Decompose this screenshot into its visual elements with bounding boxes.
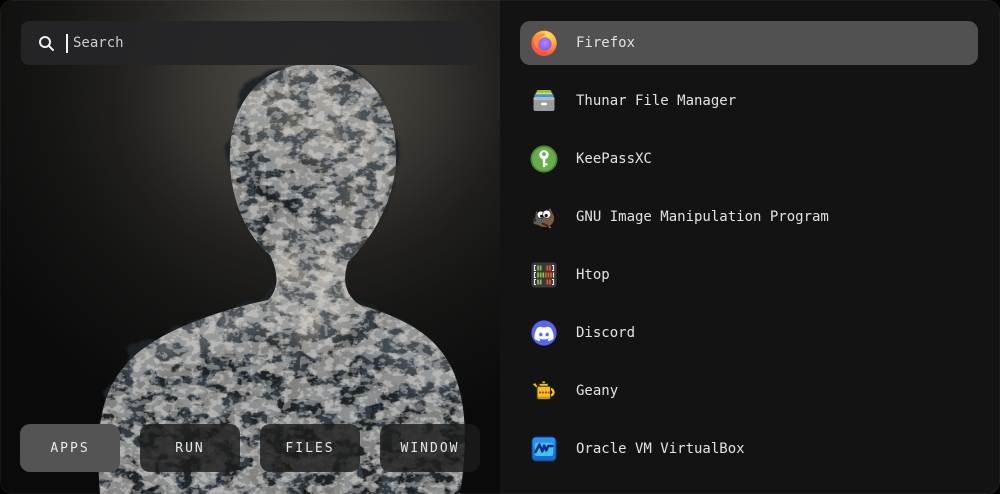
app-row-thunar[interactable]: Thunar File Manager: [520, 79, 978, 123]
firefox-icon: [530, 29, 558, 57]
app-row-geany[interactable]: Geany: [520, 369, 978, 413]
app-row-virtualbox[interactable]: Oracle VM VirtualBox: [520, 427, 978, 471]
app-label: Thunar File Manager: [576, 93, 736, 109]
keepassxc-icon: [530, 145, 558, 173]
tab-run-label: RUN: [175, 441, 204, 456]
tab-apps[interactable]: APPS: [20, 424, 120, 472]
app-label: Htop: [576, 267, 610, 283]
tab-run[interactable]: RUN: [140, 424, 240, 472]
tab-window-label: WINDOW: [401, 441, 460, 456]
launcher-window: APPS RUN FILES WINDOW: [0, 0, 1000, 494]
app-row-gimp[interactable]: GNU Image Manipulation Program: [520, 195, 978, 239]
app-label: KeePassXC: [576, 151, 652, 167]
tab-files-label: FILES: [285, 441, 334, 456]
app-row-firefox[interactable]: Firefox: [520, 21, 978, 65]
bust-artwork-image: [0, 0, 500, 494]
search-input[interactable]: [73, 21, 479, 65]
tab-apps-label: APPS: [50, 441, 89, 456]
tab-window[interactable]: WINDOW: [380, 424, 480, 472]
app-label: Firefox: [576, 35, 635, 51]
app-label: Geany: [576, 383, 618, 399]
app-list: Firefox Thunar File Manager: [500, 0, 1000, 494]
htop-icon: [530, 261, 558, 289]
app-row-htop[interactable]: Htop: [520, 253, 978, 297]
mode-tab-bar: APPS RUN FILES WINDOW: [20, 424, 480, 472]
app-label: Oracle VM VirtualBox: [576, 441, 745, 457]
app-label: GNU Image Manipulation Program: [576, 209, 829, 225]
app-row-keepassxc[interactable]: KeePassXC: [520, 137, 978, 181]
search-bar[interactable]: [21, 21, 479, 65]
virtualbox-icon: [530, 435, 558, 463]
gimp-icon: [530, 203, 558, 231]
tab-files[interactable]: FILES: [260, 424, 360, 472]
thunar-icon: [530, 87, 558, 115]
app-row-discord[interactable]: Discord: [520, 311, 978, 355]
geany-icon: [530, 377, 558, 405]
discord-icon: [530, 319, 558, 347]
search-icon: [38, 35, 55, 52]
app-label: Discord: [576, 325, 635, 341]
text-caret: [66, 34, 68, 53]
left-panel: APPS RUN FILES WINDOW: [0, 0, 500, 494]
